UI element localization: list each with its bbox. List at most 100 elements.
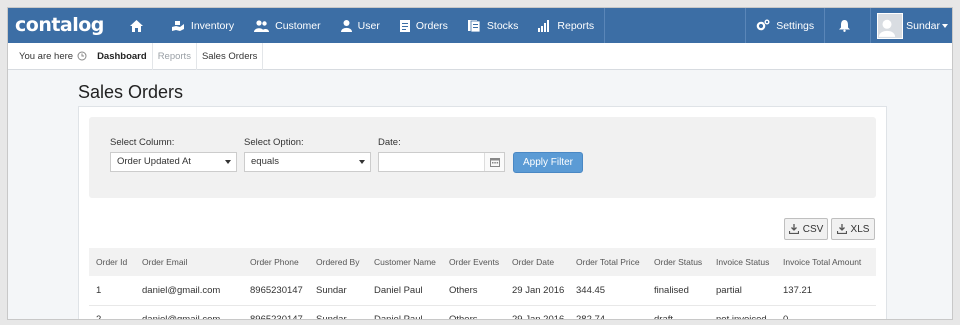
table-cell: Others <box>442 305 505 319</box>
table-header-row: Order Id Order Email Order Phone Ordered… <box>89 248 876 276</box>
column-header[interactable]: Order Id <box>89 248 135 276</box>
nav-reports-label: Reports <box>557 19 595 32</box>
breadcrumb-item-dashboard[interactable]: Dashboard <box>92 43 152 70</box>
breadcrumb: You are here Dashboard Reports Sales Ord… <box>8 42 952 70</box>
column-header[interactable]: Customer Name <box>367 248 442 276</box>
orders-table: Order Id Order Email Order Phone Ordered… <box>89 248 876 319</box>
nav-settings-label: Settings <box>776 19 815 32</box>
table-row[interactable]: 1 daniel@gmail.com 8965230147 Sundar Dan… <box>89 276 876 306</box>
inventory-icon <box>171 20 184 31</box>
table-cell: partial <box>709 276 776 306</box>
filter-box: Select Column: Order Updated At Select O… <box>89 117 876 198</box>
orders-panel: Select Column: Order Updated At Select O… <box>78 106 887 319</box>
nav-inventory-label: Inventory <box>190 19 235 32</box>
breadcrumb-item-sales-orders: Sales Orders <box>201 50 258 62</box>
table-cell: 2 <box>89 305 135 319</box>
user-name: Sundar <box>906 19 940 32</box>
export-csv-button[interactable]: CSV <box>784 218 828 240</box>
chevron-down-icon <box>359 160 365 164</box>
breadcrumb-item-reports[interactable]: Reports <box>153 43 196 70</box>
nav-settings[interactable]: Settings <box>746 8 824 43</box>
nav-divider <box>604 8 606 43</box>
select-option-dropdown[interactable]: equals <box>244 152 371 172</box>
table-row[interactable]: 2 daniel@gmail.com 8965230147 Sundar Dan… <box>89 305 876 319</box>
nav-customer[interactable]: Customer <box>244 8 331 43</box>
nav-stocks[interactable]: Stocks <box>458 8 529 43</box>
table-cell: 344.45 <box>569 276 647 306</box>
top-navbar: contalog Inventory Customer User Orders … <box>8 8 952 43</box>
nav-orders-label: Orders <box>415 19 448 32</box>
table-cell: daniel@gmail.com <box>135 305 243 319</box>
breadcrumb-prefix-label: You are here <box>19 50 74 62</box>
app-frame: contalog Inventory Customer User Orders … <box>7 7 953 320</box>
select-option-label: Select Option: <box>244 137 304 148</box>
bell-icon <box>839 19 851 32</box>
select-column-value: Order Updated At <box>117 156 191 167</box>
nav-reports[interactable]: Reports <box>528 8 604 43</box>
download-icon <box>836 224 847 234</box>
table-cell: finalised <box>647 276 709 306</box>
home-icon <box>129 19 143 32</box>
select-option-value: equals <box>251 156 279 167</box>
avatar <box>877 12 904 39</box>
table-cell: Sundar <box>309 305 367 319</box>
column-header[interactable]: Order Events <box>442 248 505 276</box>
calendar-button[interactable] <box>484 153 504 171</box>
column-header[interactable]: Order Email <box>135 248 243 276</box>
avatar-silhouette-icon <box>879 19 896 37</box>
nav-user-label: User <box>357 19 380 32</box>
table-cell: 1 <box>89 276 135 306</box>
nav-right-group: Settings Sundar <box>745 8 952 43</box>
table-cell: Daniel Paul <box>367 276 442 306</box>
table-cell: 282.74 <box>569 305 647 319</box>
nav-home[interactable] <box>118 8 161 43</box>
export-csv-label: CSV <box>802 223 824 235</box>
date-input[interactable] <box>378 152 505 172</box>
apply-filter-button[interactable]: Apply Filter <box>513 152 583 173</box>
column-header[interactable]: Invoice Total Amount <box>776 248 876 276</box>
table-cell: Sundar <box>309 276 367 306</box>
orders-icon <box>399 19 410 32</box>
breadcrumb-divider <box>262 42 264 70</box>
page-title: Sales Orders <box>78 82 184 102</box>
table-cell: Daniel Paul <box>367 305 442 319</box>
table-cell: 29 Jan 2016 <box>505 276 569 306</box>
column-header[interactable]: Order Date <box>505 248 569 276</box>
column-header[interactable]: Order Phone <box>243 248 309 276</box>
table-cell: 8965230147 <box>243 305 309 319</box>
select-column-dropdown[interactable]: Order Updated At <box>110 152 237 172</box>
chevron-down-icon <box>225 160 231 164</box>
column-header[interactable]: Ordered By <box>309 248 367 276</box>
nav-stocks-label: Stocks <box>486 19 519 32</box>
column-header[interactable]: Order Status <box>647 248 709 276</box>
gear-icon <box>756 19 770 31</box>
breadcrumb-prefix: You are here <box>14 43 92 70</box>
export-xls-label: XLS <box>850 223 870 235</box>
table-cell: 8965230147 <box>243 276 309 306</box>
table-cell: Others <box>442 276 505 306</box>
bar-chart-icon <box>538 19 550 32</box>
user-icon <box>340 19 352 32</box>
table-cell: daniel@gmail.com <box>135 276 243 306</box>
nav-user[interactable]: User <box>331 8 390 43</box>
select-column-label: Select Column: <box>110 137 175 148</box>
table-cell: not invoiced <box>709 305 776 319</box>
brand-logo[interactable]: contalog <box>8 8 118 43</box>
column-header[interactable]: Order Total Price <box>569 248 647 276</box>
nav-inventory[interactable]: Inventory <box>161 8 244 43</box>
chevron-down-icon <box>942 23 948 28</box>
export-xls-button[interactable]: XLS <box>831 218 875 240</box>
nav-customer-label: Customer <box>275 19 321 32</box>
nav-notifications[interactable] <box>825 8 870 43</box>
customers-icon <box>254 19 270 32</box>
date-label: Date: <box>378 137 401 148</box>
table-cell: 0 <box>776 305 876 319</box>
column-header[interactable]: Invoice Status <box>709 248 776 276</box>
table-cell: draft <box>647 305 709 319</box>
stocks-icon <box>467 19 481 32</box>
nav-orders[interactable]: Orders <box>390 8 458 43</box>
clock-icon <box>77 51 87 61</box>
user-menu[interactable]: Sundar <box>871 8 952 43</box>
table-cell: 29 Jan 2016 <box>505 305 569 319</box>
download-icon <box>788 224 799 234</box>
